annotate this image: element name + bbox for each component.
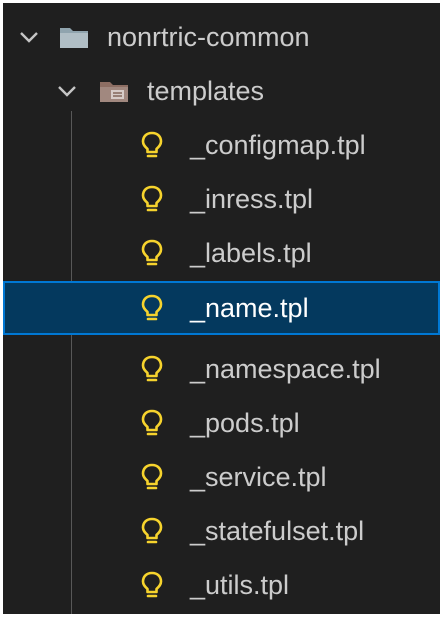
- tree-item-file[interactable]: _labels.tpl: [3, 226, 440, 280]
- tree-item-file[interactable]: _utils.tpl: [3, 558, 440, 612]
- file-label: _inress.tpl: [190, 184, 314, 214]
- tree-item-file[interactable]: _service.tpl: [3, 450, 440, 504]
- tree-item-file[interactable]: _configmap.tpl: [3, 118, 440, 172]
- lightbulb-icon: [141, 131, 163, 158]
- folder-icon: [60, 28, 88, 48]
- tree-item-file[interactable]: _statefulset.tpl: [3, 504, 440, 558]
- file-label: _pods.tpl: [190, 408, 300, 438]
- folder-label: nonrtric-common: [107, 22, 310, 52]
- tree-item-templates[interactable]: templates: [3, 64, 440, 118]
- lightbulb-icon: [141, 517, 163, 544]
- templates-folder-icon: [100, 82, 128, 102]
- chevron-down-icon[interactable]: [55, 79, 79, 103]
- lightbulb-icon: [141, 571, 163, 598]
- lightbulb-icon: [141, 294, 163, 321]
- chevron-down-icon[interactable]: [17, 25, 41, 49]
- tree-item-file[interactable]: _inress.tpl: [3, 172, 440, 226]
- file-explorer-tree: nonrtric-common templates _configmap.tpl…: [3, 3, 440, 614]
- lightbulb-icon: [141, 239, 163, 266]
- lightbulb-icon: [141, 463, 163, 490]
- tree-item-file[interactable]: _pods.tpl: [3, 396, 440, 450]
- file-label: _service.tpl: [190, 462, 327, 492]
- file-label: _namespace.tpl: [190, 354, 381, 384]
- file-label: _labels.tpl: [190, 238, 312, 268]
- file-label: _statefulset.tpl: [190, 516, 365, 546]
- lightbulb-icon: [141, 355, 163, 382]
- file-label: _name.tpl: [190, 293, 309, 323]
- lightbulb-icon: [141, 409, 163, 436]
- tree-item-file-selected[interactable]: _name.tpl: [3, 281, 440, 335]
- lightbulb-icon: [141, 185, 163, 212]
- file-label: _configmap.tpl: [190, 130, 366, 160]
- folder-label: templates: [147, 76, 265, 106]
- tree-item-file[interactable]: _namespace.tpl: [3, 342, 440, 396]
- tree-item-nonrtric-common[interactable]: nonrtric-common: [3, 10, 440, 64]
- file-label: _utils.tpl: [190, 570, 290, 600]
